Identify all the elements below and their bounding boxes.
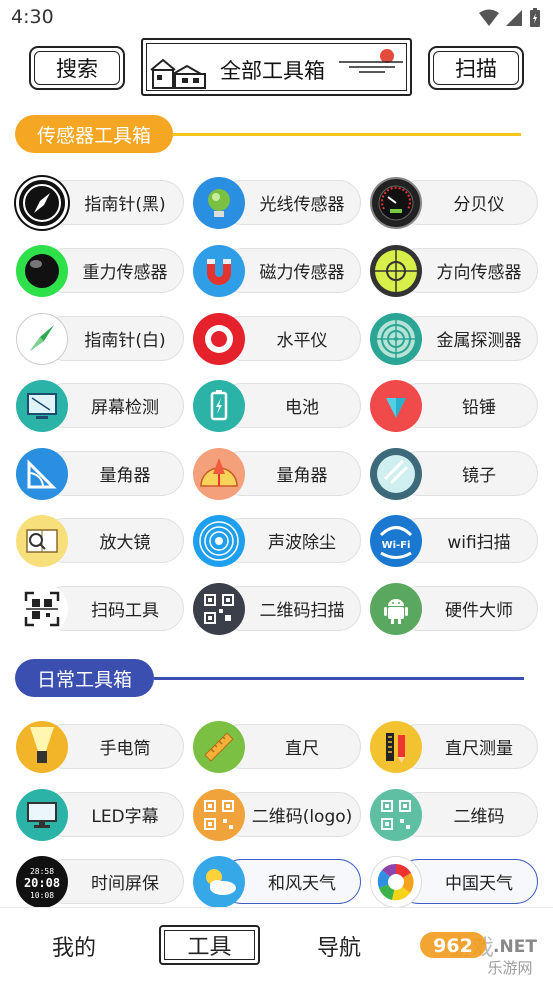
status-time: 4:30: [11, 6, 54, 28]
magnifier-book-icon: [16, 515, 68, 567]
android-icon: [370, 583, 422, 635]
sensor-section-title: 传感器工具箱: [15, 115, 174, 153]
nav-tab-tools[interactable]: 工具: [159, 925, 260, 965]
ruler-icon: [193, 721, 245, 773]
nav-tab-tools-label: 工具: [187, 935, 232, 960]
battery-icon: [193, 380, 245, 432]
tool-battery[interactable]: 电池: [193, 380, 363, 432]
tool-plumb-bob[interactable]: 铅锤: [370, 380, 540, 432]
tool-set-square[interactable]: 量角器: [16, 448, 186, 500]
digital-clock-icon: 28:58 20:08 10:08: [16, 856, 68, 908]
monitor-icon: [16, 789, 68, 841]
sensor-section-divider: [173, 132, 522, 136]
sound-wave-icon: [193, 515, 245, 567]
status-icons: [479, 8, 541, 28]
tool-hefeng-weather[interactable]: 和风天气: [193, 856, 363, 908]
search-button-label: 搜索: [56, 57, 98, 81]
tool-sound-wave[interactable]: 声波除尘: [193, 515, 363, 567]
compass-white-icon: [16, 313, 68, 365]
qr-scan-icon: [193, 583, 245, 635]
plumb-bob-icon: [370, 380, 422, 432]
nav-tab-navigation[interactable]: 导航: [317, 930, 361, 962]
tool-screen-test[interactable]: 屏幕检测: [16, 380, 186, 432]
site-watermark: 962 .NET 乐游网: [418, 926, 548, 978]
status-bar: 4:30: [0, 0, 553, 36]
qr-logo-icon: [193, 789, 245, 841]
orientation-level-icon: [370, 245, 422, 297]
tool-qr-logo[interactable]: 二维码(logo): [193, 789, 363, 841]
wifi-icon-text: Wi-Fi: [382, 540, 411, 551]
tool-china-weather[interactable]: 中国天气: [370, 856, 540, 908]
header: 搜索 全部工具箱 扫描: [0, 36, 553, 102]
mirror-icon: [370, 448, 422, 500]
watermark-brand: 962: [433, 935, 473, 957]
daily-section-title: 日常工具箱: [15, 659, 155, 697]
compass-black-icon: [16, 177, 68, 229]
battery-status-icon: [530, 8, 540, 27]
tool-flashlight[interactable]: 手电筒: [16, 721, 186, 773]
tool-light-sensor[interactable]: 光线传感器: [193, 177, 363, 229]
ruler-pencil-icon: [370, 721, 422, 773]
daily-section-divider: [154, 676, 525, 680]
level-target-icon: [193, 313, 245, 365]
page-title-banner: 全部工具箱: [141, 38, 412, 96]
set-square-icon: [16, 448, 68, 500]
weather-icon: [193, 856, 245, 908]
tool-ruler[interactable]: 直尺: [193, 721, 363, 773]
scan-button-label: 扫描: [455, 57, 497, 81]
tool-orientation-sensor[interactable]: 方向传感器: [370, 245, 540, 297]
gravity-ball-icon: [16, 245, 68, 297]
scan-button[interactable]: 扫描: [428, 46, 524, 90]
tool-metal-detector[interactable]: 金属探测器: [370, 313, 540, 365]
cell-signal-icon: [506, 10, 522, 26]
sun-cloud-decoration-icon: [339, 49, 403, 73]
tool-compass-black[interactable]: 指南针(黑): [16, 177, 186, 229]
tool-level[interactable]: 水平仪: [193, 313, 363, 365]
search-button[interactable]: 搜索: [29, 46, 125, 90]
tool-ruler-measure[interactable]: 直尺测量: [370, 721, 540, 773]
screen-test-icon: [16, 380, 68, 432]
tool-magnetic-sensor[interactable]: 磁力传感器: [193, 245, 363, 297]
wifi-scan-icon: Wi-Fi: [370, 515, 422, 567]
tool-compass-white[interactable]: 指南针(白): [16, 313, 186, 365]
scan-code-icon: [16, 583, 68, 635]
qr-code-icon: [370, 789, 422, 841]
magnet-icon: [193, 245, 245, 297]
tool-gravity-sensor[interactable]: 重力传感器: [16, 245, 186, 297]
watermark-site: 乐游网: [487, 959, 532, 977]
tool-mirror[interactable]: 镜子: [370, 448, 540, 500]
clock-icon-text-top: 28:58: [30, 867, 54, 876]
wifi-signal-icon: [479, 9, 499, 26]
watermark-net: .NET: [493, 937, 537, 957]
tool-scan-code[interactable]: 扫码工具: [16, 583, 186, 635]
tool-led-subtitle[interactable]: LED字幕: [16, 789, 186, 841]
decibel-meter-icon: [370, 177, 422, 229]
tool-hardware-master[interactable]: 硬件大师: [370, 583, 540, 635]
page-title: 全部工具箱: [220, 59, 325, 83]
tool-qr-scan[interactable]: 二维码扫描: [193, 583, 363, 635]
metal-radar-icon: [370, 313, 422, 365]
protractor-icon: [193, 448, 245, 500]
tool-time-screensaver[interactable]: 时间屏保 28:58 20:08 10:08: [16, 856, 186, 908]
tool-qr-code[interactable]: 二维码: [370, 789, 540, 841]
clock-icon-text-mid: 20:08: [24, 876, 60, 890]
tool-magnifier[interactable]: 放大镜: [16, 515, 186, 567]
tool-protractor[interactable]: 量角器: [193, 448, 363, 500]
sensor-section-header: 传感器工具箱: [15, 114, 522, 154]
clock-icon-text-bot: 10:08: [30, 891, 54, 900]
nav-tab-mine[interactable]: 我的: [52, 930, 96, 962]
light-sensor-icon: [193, 177, 245, 229]
flashlight-icon: [16, 721, 68, 773]
houses-icon: [150, 58, 206, 89]
china-weather-icon: [370, 856, 422, 908]
daily-section-header: 日常工具箱: [15, 658, 525, 698]
tool-wifi-scan[interactable]: wifi扫描 Wi-Fi: [370, 515, 540, 567]
tool-decibel-meter[interactable]: 分贝仪: [370, 177, 540, 229]
